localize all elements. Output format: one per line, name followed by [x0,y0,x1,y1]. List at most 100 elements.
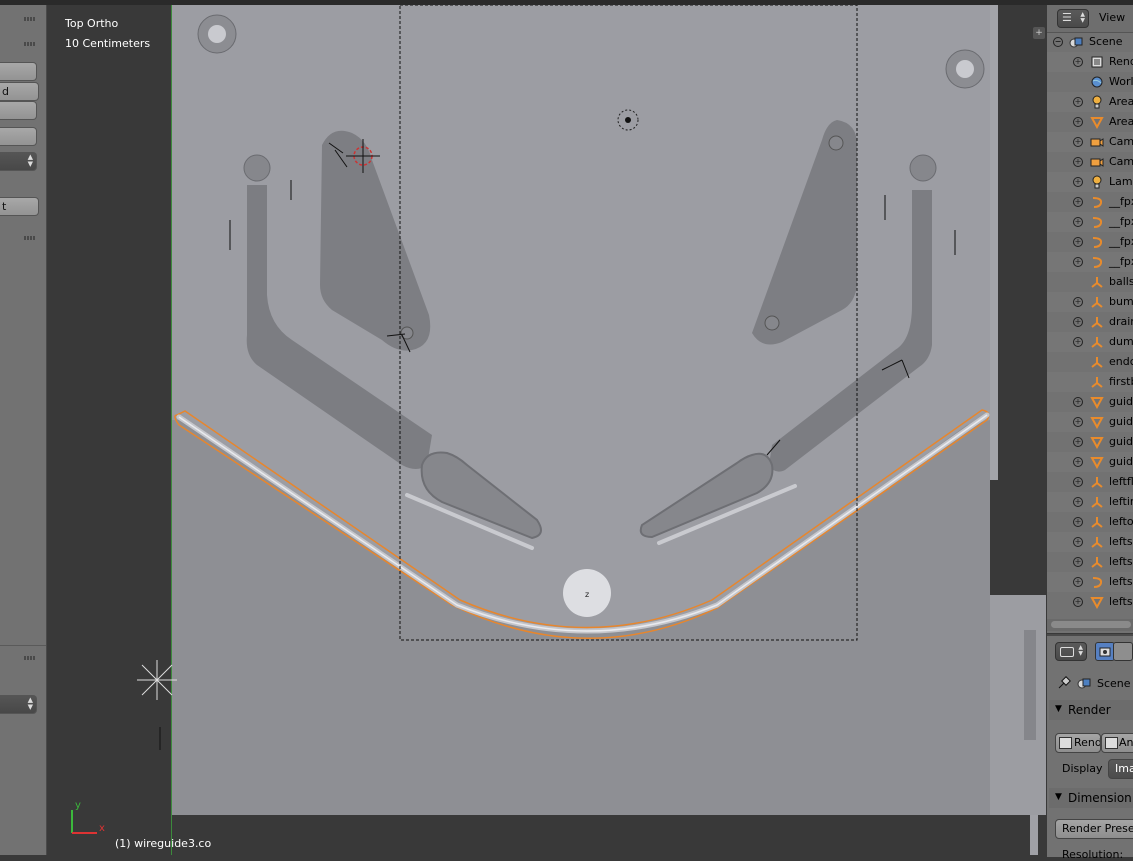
panel-grip[interactable] [24,17,36,21]
outliner-item[interactable]: + leftsl [1047,572,1133,592]
empty-icon [1090,375,1104,389]
outliner-item[interactable]: + __fpx [1047,192,1133,212]
expand-icon[interactable]: + [1073,437,1083,447]
expand-icon[interactable]: + [1073,257,1083,267]
outliner-item[interactable]: + guide [1047,412,1133,432]
display-dropdown[interactable]: Ima [1108,759,1133,779]
outliner-item[interactable]: + guide [1047,432,1133,452]
expand-icon[interactable]: + [1073,117,1083,127]
empty-icon [1090,335,1104,349]
outliner-item[interactable]: + leftsl [1047,532,1133,552]
panel-grip[interactable] [24,656,36,660]
outliner-item[interactable]: firstb [1047,372,1133,392]
empty-icon [1090,495,1104,509]
expand-icon[interactable]: + [1073,457,1083,467]
outliner-item[interactable]: + dum [1047,332,1133,352]
outliner-item[interactable]: + Rend [1047,52,1133,72]
outliner-item[interactable]: + lefto [1047,512,1133,532]
region-toggle-icon[interactable]: + [1033,27,1045,39]
tool-dropdown[interactable]: ▲ ▼ [0,695,37,714]
outliner-item[interactable]: + Area [1047,112,1133,132]
outliner-item[interactable]: + leftsl [1047,552,1133,572]
outliner-item[interactable]: + __fpx [1047,212,1133,232]
outliner-item[interactable]: + Area [1047,92,1133,112]
expand-icon[interactable]: + [1073,177,1083,187]
viewport-canvas[interactable]: z y x [47,5,1046,855]
render-presets-dropdown[interactable]: Render Presets [1055,819,1133,839]
expand-icon[interactable]: + [1073,417,1083,427]
outliner-item[interactable]: + __fpx [1047,232,1133,252]
render-button[interactable]: Rend [1055,733,1101,753]
pin-icon[interactable] [1057,676,1071,690]
outliner-item-label: __fpx [1109,255,1133,268]
editor-type-button[interactable]: ▲ ▼ [1055,642,1087,661]
panel-grip[interactable] [24,236,36,240]
tool-button[interactable] [0,62,37,81]
outliner-item-label: Area [1109,95,1133,108]
outliner-item[interactable]: + leftin [1047,492,1133,512]
outliner-item[interactable]: balls [1047,272,1133,292]
tool-button[interactable]: t [0,197,39,216]
outliner-item-label: drain [1109,315,1133,328]
outliner-item-label: endc [1109,355,1133,368]
panel-grip[interactable] [24,42,36,46]
dimensions-panel-title: Dimension [1068,791,1132,805]
render-panel-header[interactable]: ▼ Render [1049,700,1133,720]
outliner-item[interactable]: + Cam [1047,132,1133,152]
scrollbar-thumb[interactable] [1051,621,1131,628]
expand-icon[interactable]: + [1073,577,1083,587]
expand-icon[interactable]: + [1073,237,1083,247]
expand-icon[interactable]: + [1073,537,1083,547]
expand-icon[interactable]: + [1073,597,1083,607]
outliner-scene-row[interactable]: − Scene [1047,32,1133,52]
tool-button[interactable] [0,127,37,146]
outliner-item[interactable]: + guide [1047,452,1133,472]
camera-icon [1090,155,1104,169]
view-menu[interactable]: View [1099,11,1125,24]
expand-icon[interactable]: + [1073,57,1083,67]
expand-icon[interactable]: + [1073,337,1083,347]
render-layers-tab-icon[interactable] [1113,642,1133,661]
tool-button[interactable]: d [0,82,39,101]
expand-icon[interactable]: + [1073,397,1083,407]
outliner-item[interactable]: + bum [1047,292,1133,312]
empty-icon [1090,475,1104,489]
clapper-icon [1105,737,1118,749]
outliner-item[interactable]: + Cam [1047,152,1133,172]
outliner-item[interactable]: endc [1047,352,1133,372]
outliner-item[interactable]: + leftfl [1047,472,1133,492]
render-tab-icon[interactable] [1095,642,1115,661]
expand-icon[interactable]: + [1073,97,1083,107]
animation-button[interactable]: An [1101,733,1133,753]
tool-dropdown[interactable]: ▲ ▼ [0,152,37,171]
expand-icon[interactable]: + [1073,197,1083,207]
expand-icon[interactable]: + [1073,157,1083,167]
expand-icon[interactable]: + [1073,497,1083,507]
expand-icon[interactable]: + [1073,517,1083,527]
expand-icon[interactable]: + [1073,217,1083,227]
expand-icon[interactable]: + [1073,557,1083,567]
expand-icon[interactable]: + [1073,477,1083,487]
camera-icon [1090,135,1104,149]
outliner-item-label: firstb [1109,375,1133,388]
collapse-icon[interactable]: − [1053,37,1063,47]
outliner-header: ☰ ▲ ▼ View [1047,5,1133,33]
tool-button[interactable] [0,101,37,120]
outliner-item-label: __fpx [1109,235,1133,248]
3d-viewport[interactable]: z y x Top Ortho 10 Centimeters (1) wireg… [47,5,1046,855]
outliner-item[interactable]: + drain [1047,312,1133,332]
outliner-item[interactable]: + leftsl [1047,592,1133,612]
outliner-item[interactable]: + __fpx [1047,252,1133,272]
outliner-scrollbar[interactable] [1047,619,1133,631]
outliner-item[interactable]: + guide [1047,392,1133,412]
expand-icon[interactable]: + [1073,297,1083,307]
expand-icon[interactable]: + [1073,317,1083,327]
mesh-icon [1090,115,1104,130]
expand-icon[interactable]: + [1073,137,1083,147]
outliner-item[interactable]: Worl [1047,72,1133,92]
outliner-item-label: leftin [1109,495,1133,508]
editor-type-button[interactable]: ☰ ▲ ▼ [1057,9,1089,28]
outliner-item[interactable]: + Lam [1047,172,1133,192]
dimensions-panel-header[interactable]: ▼ Dimension [1049,788,1133,808]
updown-arrows-icon: ▲ ▼ [1078,644,1083,657]
